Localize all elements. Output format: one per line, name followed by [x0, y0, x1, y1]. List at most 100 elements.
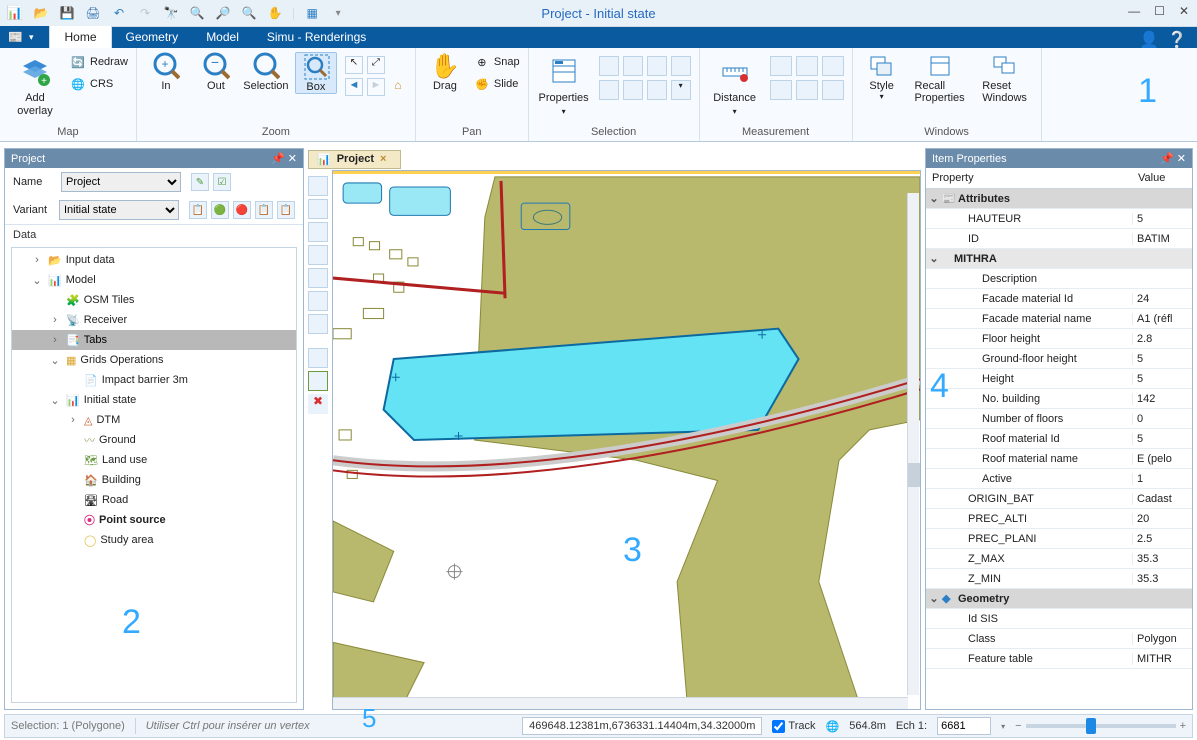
tree-ground[interactable]: 〰Ground	[12, 430, 296, 450]
zoom-box-button[interactable]: Box	[295, 52, 337, 94]
prop-group-mithra[interactable]: ⌄MITHRA	[926, 249, 1192, 269]
recall-properties-button[interactable]: Recall Properties	[911, 52, 969, 104]
vtool-4[interactable]	[308, 245, 328, 265]
file-menu[interactable]: 📰▾	[0, 26, 49, 48]
zoom-slider[interactable]	[1026, 724, 1176, 728]
close-tab-icon[interactable]: ×	[380, 153, 386, 165]
meas-1[interactable]	[770, 56, 792, 76]
zoom-selection-button[interactable]: Selection	[245, 52, 287, 92]
zoom-out-button[interactable]: −Out	[195, 52, 237, 92]
scale-input[interactable]	[937, 717, 991, 735]
map-tab-project[interactable]: 📊Project×	[308, 150, 401, 169]
slide-button[interactable]: ✊Slide	[474, 74, 520, 94]
props-body[interactable]: ⌄📰Attributes HAUTEUR5 IDBATIM ⌄MITHRA De…	[926, 189, 1192, 709]
zoomin-icon[interactable]: 🔍	[188, 4, 206, 22]
vtool-3[interactable]	[308, 222, 328, 242]
variant-select[interactable]: Initial state	[59, 200, 179, 220]
zoom-in-button[interactable]: +In	[145, 52, 187, 92]
name-tool-1[interactable]: ✎	[191, 173, 209, 191]
map-scrollbar-horizontal[interactable]	[333, 697, 908, 709]
pin-icon[interactable]: 📌	[271, 153, 285, 165]
vtool-10[interactable]: ✖	[308, 394, 328, 414]
hand-icon[interactable]: ✋	[266, 4, 284, 22]
vtool-2[interactable]	[308, 199, 328, 219]
close-button[interactable]: ✕	[1179, 4, 1189, 18]
var-tool-3[interactable]: 🔴	[233, 201, 251, 219]
zoom-prev-icon[interactable]: ◄	[345, 78, 363, 96]
vtool-6[interactable]	[308, 291, 328, 311]
sel-tool-4[interactable]	[671, 56, 691, 76]
close-panel-icon[interactable]: ✕	[288, 153, 297, 165]
distance-button[interactable]: Distance▾	[708, 52, 762, 118]
meas-6[interactable]	[822, 80, 844, 100]
name-select[interactable]: Project	[61, 172, 181, 192]
tree-receiver[interactable]: ›📡Receiver	[12, 310, 296, 330]
sel-tool-3[interactable]	[647, 56, 667, 76]
var-tool-2[interactable]: 🟢	[211, 201, 229, 219]
save-icon[interactable]: 💾	[58, 4, 76, 22]
zoom-ext2-icon[interactable]: ⤢	[367, 56, 385, 74]
meas-5[interactable]	[796, 80, 818, 100]
undo-icon[interactable]: ↶	[110, 4, 128, 22]
measurement-tools-grid[interactable]	[770, 52, 844, 100]
zoom-minus-icon[interactable]: −	[1015, 720, 1021, 732]
style-button[interactable]: Style▾	[861, 52, 903, 101]
project-tree[interactable]: ›📂Input data ⌄📊Model 🧩OSM Tiles ›📡Receiv…	[11, 247, 297, 703]
snap-button[interactable]: ⊕Snap	[474, 52, 520, 72]
tree-building[interactable]: 🏠Building	[12, 470, 296, 490]
vtool-8[interactable]	[308, 348, 328, 368]
tree-landuse[interactable]: 🗺Land use	[12, 450, 296, 470]
crs-button[interactable]: 🌐CRS	[70, 74, 128, 94]
prop-group-attributes[interactable]: ⌄📰Attributes	[926, 189, 1192, 209]
tab-simu[interactable]: Simu - Renderings	[253, 26, 380, 48]
map-canvas[interactable]	[333, 171, 920, 709]
tree-osm[interactable]: 🧩OSM Tiles	[12, 290, 296, 310]
tab-home[interactable]: Home	[49, 25, 111, 48]
track-checkbox[interactable]	[772, 720, 785, 733]
tree-impact[interactable]: 📄Impact barrier 3m	[12, 370, 296, 390]
zoom-plus-icon[interactable]: +	[1180, 720, 1186, 732]
tree-initial[interactable]: ⌄📊Initial state	[12, 390, 296, 410]
grid-icon[interactable]: ▦	[303, 4, 321, 22]
redraw-button[interactable]: 🔄Redraw	[70, 52, 128, 72]
var-tool-4[interactable]: 📋	[255, 201, 273, 219]
vtool-1[interactable]	[308, 176, 328, 196]
map-scrollbar-vertical[interactable]	[907, 193, 919, 695]
drag-button[interactable]: ✋Drag	[424, 52, 466, 92]
print-icon[interactable]: 🖨	[84, 4, 102, 22]
selection-tools-grid[interactable]: ▾	[599, 52, 691, 100]
map-viewport[interactable]: 3	[332, 170, 921, 710]
minimize-button[interactable]: —	[1128, 4, 1140, 18]
tree-input-data[interactable]: ›📂Input data	[12, 250, 296, 270]
sel-tool-7[interactable]	[647, 80, 667, 100]
pin-icon-2[interactable]: 📌	[1160, 153, 1174, 165]
tree-model[interactable]: ⌄📊Model	[12, 270, 296, 290]
maximize-button[interactable]: ☐	[1154, 4, 1165, 18]
zoomfit-icon[interactable]: 🔍	[240, 4, 258, 22]
redo-icon[interactable]: ↷	[136, 4, 154, 22]
globe-status-icon[interactable]: 🌐	[826, 720, 840, 733]
tree-grids[interactable]: ⌄▦Grids Operations	[12, 350, 296, 370]
sel-tool-8[interactable]: ▾	[671, 80, 691, 100]
add-overlay-button[interactable]: + Add overlay	[8, 52, 62, 118]
zoom-ext1-icon[interactable]: ↖	[345, 56, 363, 74]
zoom-home-icon[interactable]: ⌂	[389, 78, 407, 96]
zoom-next-icon[interactable]: ►	[367, 78, 385, 96]
tree-tabs[interactable]: ›📑Tabs	[12, 330, 296, 350]
tree-point-source[interactable]: ⦿Point source	[12, 510, 296, 530]
meas-3[interactable]	[822, 56, 844, 76]
find-icon[interactable]: 🔭	[162, 4, 180, 22]
tab-geometry[interactable]: Geometry	[112, 26, 193, 48]
vtool-7[interactable]	[308, 314, 328, 334]
prop-group-geometry[interactable]: ⌄◆Geometry	[926, 589, 1192, 609]
vtool-9[interactable]	[308, 371, 328, 391]
meas-2[interactable]	[796, 56, 818, 76]
qat-dropdown-icon[interactable]: ▾	[329, 4, 347, 22]
open-icon[interactable]: 📂	[32, 4, 50, 22]
sel-tool-2[interactable]	[623, 56, 643, 76]
tree-dtm[interactable]: ›◬DTM	[12, 410, 296, 430]
meas-4[interactable]	[770, 80, 792, 100]
sel-tool-5[interactable]	[599, 80, 619, 100]
reset-windows-button[interactable]: Reset Windows	[977, 52, 1033, 104]
sel-tool-6[interactable]	[623, 80, 643, 100]
